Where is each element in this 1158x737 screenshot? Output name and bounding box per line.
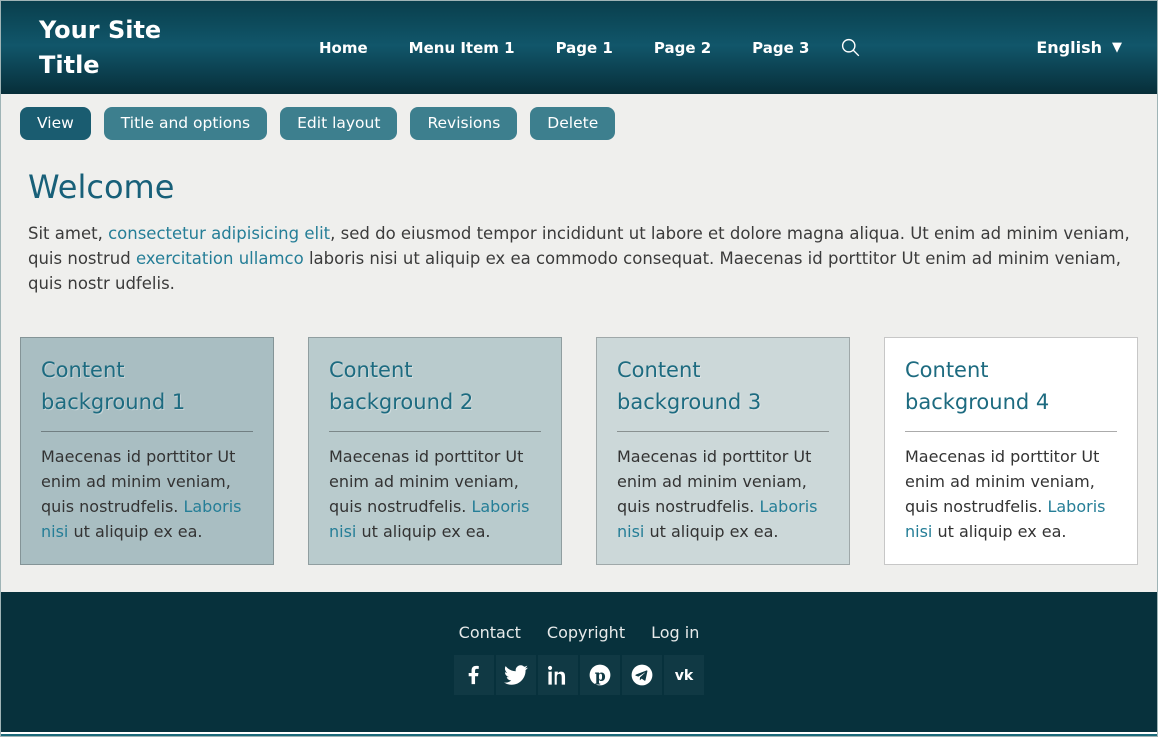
- language-label: English: [1036, 38, 1102, 57]
- intro-link-2[interactable]: exercitation ullamco: [136, 249, 304, 268]
- nav-item-home[interactable]: Home: [319, 39, 368, 57]
- social-icons-row: p vk: [454, 655, 704, 695]
- card-text: ut aliquip ex ea.: [356, 522, 490, 541]
- tab-view[interactable]: View: [20, 107, 91, 140]
- intro-text: Sit amet,: [28, 224, 108, 243]
- main-content: Welcome Sit amet, consectetur adipisicin…: [1, 140, 1157, 592]
- site-footer: Contact Copyright Log in: [1, 592, 1157, 732]
- card-divider: [41, 431, 253, 432]
- card-body: Maecenas id porttitor Ut enim ad minim v…: [905, 445, 1117, 544]
- nav-item-page-2[interactable]: Page 2: [654, 39, 711, 57]
- content-card-1: Content background 1 Maecenas id porttit…: [20, 337, 274, 565]
- card-text: ut aliquip ex ea.: [932, 522, 1066, 541]
- card-divider: [617, 431, 829, 432]
- card-title: Content background 2: [329, 355, 541, 418]
- site-header: Your Site Title Home Menu Item 1 Page 1 …: [1, 1, 1157, 94]
- search-icon[interactable]: [840, 37, 861, 58]
- footer-link-log-in[interactable]: Log in: [651, 623, 699, 642]
- admin-tabs: View Title and options Edit layout Revis…: [1, 94, 1157, 140]
- site-title[interactable]: Your Site Title: [39, 13, 191, 83]
- card-title: Content background 1: [41, 355, 253, 418]
- nav-item-page-1[interactable]: Page 1: [556, 39, 613, 57]
- card-body: Maecenas id porttitor Ut enim ad minim v…: [329, 445, 541, 544]
- content-cards: Content background 1 Maecenas id porttit…: [20, 337, 1139, 565]
- nav-item-menu-item-1[interactable]: Menu Item 1: [409, 39, 515, 57]
- pinterest-icon[interactable]: p: [580, 655, 620, 695]
- card-title: Content background 4: [905, 355, 1117, 418]
- footer-links: Contact Copyright Log in: [459, 623, 700, 642]
- footer-link-copyright[interactable]: Copyright: [547, 623, 625, 642]
- facebook-icon[interactable]: [454, 655, 494, 695]
- card-text: ut aliquip ex ea.: [644, 522, 778, 541]
- nav-item-page-3[interactable]: Page 3: [752, 39, 809, 57]
- page: Your Site Title Home Menu Item 1 Page 1 …: [0, 0, 1158, 737]
- tab-revisions[interactable]: Revisions: [410, 107, 517, 140]
- card-divider: [329, 431, 541, 432]
- card-text: ut aliquip ex ea.: [68, 522, 202, 541]
- bottom-strip-teal: [1, 734, 1157, 736]
- card-divider: [905, 431, 1117, 432]
- tab-title-and-options[interactable]: Title and options: [104, 107, 267, 140]
- page-title: Welcome: [28, 168, 1139, 206]
- card-body: Maecenas id porttitor Ut enim ad minim v…: [617, 445, 829, 544]
- content-card-3: Content background 3 Maecenas id porttit…: [596, 337, 850, 565]
- footer-link-contact[interactable]: Contact: [459, 623, 521, 642]
- twitter-icon[interactable]: [496, 655, 536, 695]
- intro-paragraph: Sit amet, consectetur adipisicing elit, …: [28, 222, 1130, 296]
- svg-text:p: p: [595, 666, 606, 685]
- telegram-icon[interactable]: [622, 655, 662, 695]
- card-body: Maecenas id porttitor Ut enim ad minim v…: [41, 445, 253, 544]
- tab-edit-layout[interactable]: Edit layout: [280, 107, 397, 140]
- card-title: Content background 3: [617, 355, 829, 418]
- linkedin-icon[interactable]: [538, 655, 578, 695]
- intro-link-1[interactable]: consectetur adipisicing elit: [108, 224, 330, 243]
- caret-down-icon: ▼: [1112, 41, 1122, 54]
- content-card-2: Content background 2 Maecenas id porttit…: [308, 337, 562, 565]
- language-switcher[interactable]: English ▼: [1036, 38, 1122, 57]
- content-card-4: Content background 4 Maecenas id porttit…: [884, 337, 1138, 565]
- main-nav: Home Menu Item 1 Page 1 Page 2 Page 3: [319, 39, 809, 57]
- svg-text:vk: vk: [675, 668, 694, 684]
- tab-delete[interactable]: Delete: [530, 107, 615, 140]
- vk-icon[interactable]: vk: [664, 655, 704, 695]
